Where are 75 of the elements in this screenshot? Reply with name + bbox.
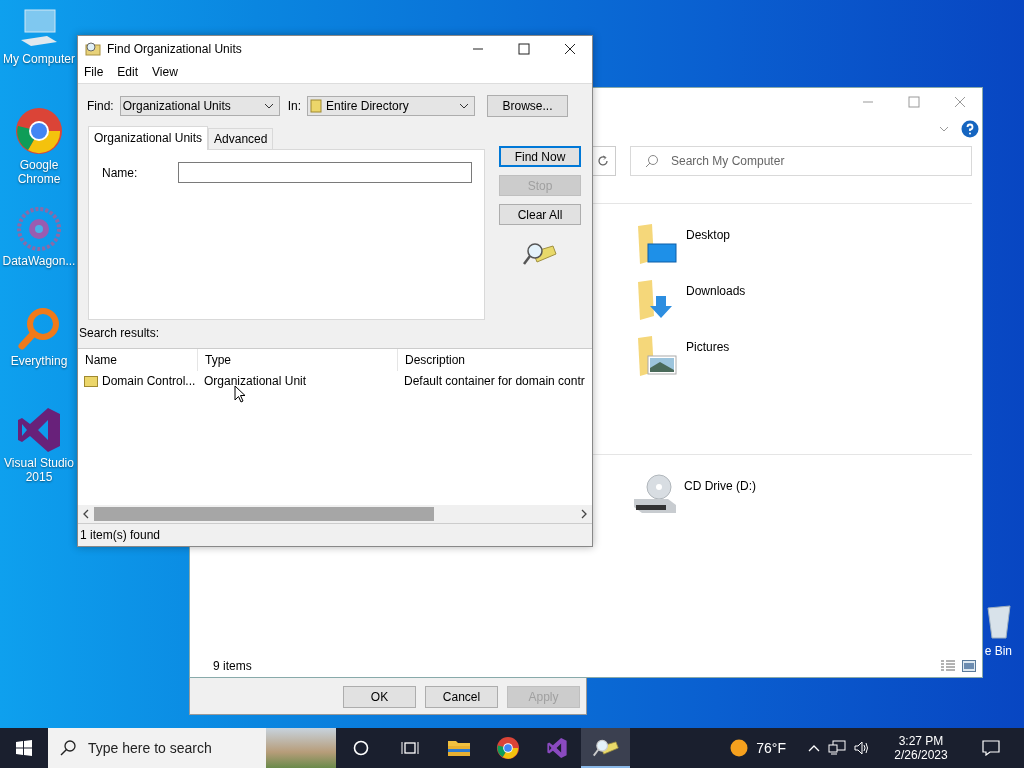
folder-magnifier-icon (85, 40, 101, 57)
column-header[interactable]: Type (198, 349, 398, 371)
photo-placeholder (266, 728, 336, 768)
dialog-button[interactable]: Cancel (425, 686, 498, 708)
magnifier-over-folder-icon (592, 737, 619, 759)
search-icon (60, 740, 76, 756)
maximize-icon[interactable] (518, 42, 530, 55)
taskbar-search-box[interactable]: Type here to search (48, 728, 336, 768)
action-button[interactable]: Clear All (499, 204, 581, 225)
column-header[interactable]: Name (78, 349, 198, 371)
menu-item[interactable]: Edit (117, 65, 139, 80)
name-label: Name: (102, 165, 139, 180)
menu-item[interactable]: File (84, 65, 104, 80)
notification-icon[interactable] (982, 740, 1000, 756)
sun-icon[interactable] (730, 739, 749, 757)
speaker-icon[interactable] (854, 741, 870, 755)
folder-label[interactable]: Downloads (686, 284, 746, 298)
recycle-bin-icon[interactable] (986, 604, 1012, 640)
in-label: In: (287, 99, 302, 113)
refresh-icon (596, 155, 609, 167)
scrollbar-thumb[interactable] (94, 507, 434, 521)
chevron-up-icon[interactable] (808, 744, 820, 752)
find-dropdown[interactable]: Organizational Units (119, 96, 280, 116)
find-label: Find: (87, 99, 114, 113)
active-indicator (581, 766, 630, 768)
table-cell[interactable]: Default container for domain contr (404, 374, 585, 388)
visual-studio-icon (545, 737, 568, 759)
network-icon[interactable] (828, 740, 846, 756)
desktop-folder-icon[interactable] (636, 222, 680, 266)
search-icon (645, 154, 659, 168)
folder-label[interactable]: Desktop (686, 228, 731, 242)
clock-time[interactable]: 3:27 PM (898, 734, 944, 748)
location-dropdown[interactable]: Entire Directory (307, 96, 476, 116)
table-cell[interactable]: Organizational Unit (204, 374, 307, 388)
search-field[interactable]: Search My Computer (669, 153, 971, 169)
menu-item[interactable]: View (152, 65, 178, 80)
dialog-button[interactable]: OK (343, 686, 416, 708)
browse-button[interactable]: Browse... (487, 95, 569, 117)
caret-icon (263, 103, 274, 109)
search-box[interactable]: Search My Computer (630, 146, 972, 176)
caret-icon (459, 103, 470, 109)
chrome-icon (495, 736, 520, 760)
folder-icon (84, 375, 98, 387)
action-button[interactable]: Find Now (499, 146, 581, 167)
folder-icon (446, 738, 471, 758)
task-view-icon (400, 740, 419, 756)
pictures-folder-icon[interactable] (636, 334, 680, 378)
directory-icon (310, 99, 323, 113)
window-title: Find Organizational Units (107, 41, 243, 56)
help-icon[interactable] (961, 120, 979, 138)
taskbar-search-field[interactable]: Type here to search (86, 739, 250, 757)
scroll-right-icon[interactable] (580, 509, 588, 519)
weather-temperature[interactable]: 76°F (756, 740, 786, 756)
close-icon[interactable] (564, 42, 576, 55)
horizontal-scrollbar[interactable] (78, 505, 592, 523)
visual-studio-icon[interactable] (16, 406, 62, 454)
chevron-down-icon[interactable] (939, 126, 949, 132)
windows-logo-icon[interactable] (16, 740, 32, 756)
status-text: 1 item(s) found (80, 528, 161, 542)
folder-label[interactable]: Pictures (686, 340, 730, 354)
circle-icon (352, 740, 369, 756)
taskbar-app-button[interactable] (581, 728, 630, 768)
clock-date[interactable]: 2/26/2023 (894, 748, 948, 762)
search-results-label: Search results: (78, 325, 161, 342)
scroll-left-icon[interactable] (82, 509, 90, 519)
drive-label[interactable]: CD Drive (D:) (684, 479, 756, 493)
large-icons-view-icon[interactable] (962, 660, 976, 672)
tab[interactable]: Organizational Units (88, 126, 209, 150)
status-text: 9 items (213, 659, 252, 673)
tab[interactable]: Advanced (208, 128, 274, 149)
column-header[interactable]: Description (398, 349, 592, 371)
chrome-icon[interactable] (14, 106, 64, 156)
desktop-icon-label[interactable]: e Bin (984, 644, 1012, 658)
table-cell[interactable]: Domain Control... (102, 374, 196, 388)
name-field[interactable] (178, 162, 472, 183)
